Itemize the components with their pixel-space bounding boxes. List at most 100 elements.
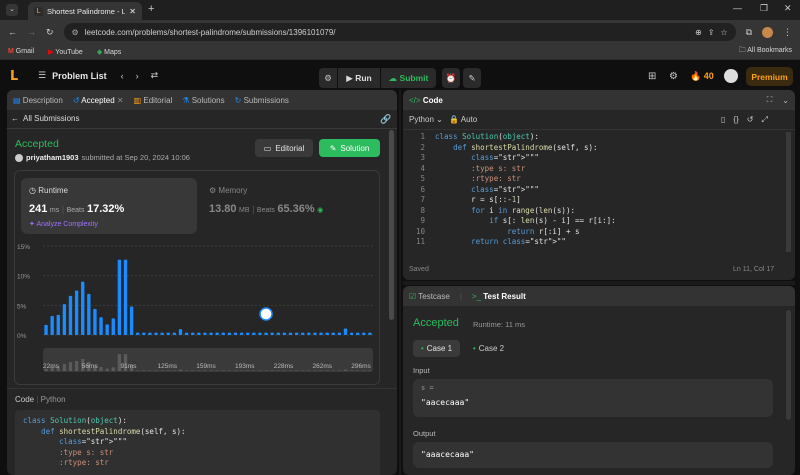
distribution-bar[interactable] xyxy=(246,332,250,335)
distribution-bar[interactable] xyxy=(276,332,280,335)
distribution-bar[interactable] xyxy=(368,332,372,335)
distribution-bar[interactable] xyxy=(313,332,317,335)
distribution-bar[interactable] xyxy=(362,332,366,335)
browser-menu-icon[interactable]: ⋮ xyxy=(783,27,792,38)
distribution-bar[interactable] xyxy=(136,332,140,335)
distribution-bar[interactable] xyxy=(56,314,60,335)
tab-search-icon[interactable]: ⌄ xyxy=(6,4,18,16)
distribution-bar[interactable] xyxy=(227,332,232,335)
left-scrollbar[interactable] xyxy=(389,130,394,320)
distribution-bar[interactable] xyxy=(62,304,67,335)
bookmark-gmail[interactable]: M Gmail xyxy=(8,48,34,55)
code-line[interactable]: class="str">""" xyxy=(435,153,765,164)
code-line[interactable]: return r[:i] + s xyxy=(435,227,765,238)
distribution-bar[interactable] xyxy=(99,317,103,335)
distribution-bar[interactable] xyxy=(203,332,207,335)
code-editor[interactable]: class Solution(object): def shortestPali… xyxy=(435,132,765,248)
restore-icon[interactable]: ❐ xyxy=(760,3,768,14)
distribution-bar[interactable] xyxy=(282,332,287,335)
tab-accepted[interactable]: ↺ Accepted ✕ xyxy=(73,96,124,105)
back-icon[interactable]: ← xyxy=(8,27,17,37)
your-submission-marker[interactable] xyxy=(259,307,273,321)
distribution-bar[interactable] xyxy=(319,332,323,335)
code-line[interactable]: class Solution(object): xyxy=(435,132,765,143)
distribution-bar[interactable] xyxy=(356,332,360,335)
format-braces-icon[interactable]: {} xyxy=(733,115,738,125)
code-line[interactable]: :type s: str xyxy=(435,164,765,175)
distribution-bar[interactable] xyxy=(337,332,342,335)
panel-splitter[interactable] xyxy=(399,90,401,475)
zoom-icon[interactable]: ⊕ xyxy=(695,28,702,37)
leetcode-logo-icon[interactable]: ᒪ xyxy=(10,68,32,84)
tab-testcase[interactable]: ☑ Testcase xyxy=(409,292,450,301)
distribution-bar[interactable] xyxy=(331,332,335,335)
close-tab-icon[interactable]: ✕ xyxy=(129,7,136,16)
runtime-card[interactable]: ◷ Runtime 241 ms | Beats 17.32% ✦ Analyz… xyxy=(21,178,197,234)
minimize-icon[interactable]: — xyxy=(733,3,742,13)
distribution-bar[interactable] xyxy=(209,332,213,335)
distribution-bar[interactable] xyxy=(44,324,48,335)
distribution-bar[interactable] xyxy=(117,259,122,335)
distribution-bar[interactable] xyxy=(239,332,244,335)
problem-list-link[interactable]: Problem List xyxy=(52,71,107,81)
reset-icon[interactable]: ↺ xyxy=(747,115,754,125)
code-line[interactable]: :rtype: str xyxy=(435,174,765,185)
distribution-bar[interactable] xyxy=(160,332,164,335)
distribution-bar[interactable] xyxy=(111,318,115,335)
distribution-bar[interactable] xyxy=(221,332,225,335)
distribution-bar[interactable] xyxy=(233,332,238,335)
submitter-name[interactable]: priyatham1903 xyxy=(26,153,79,162)
editorial-button[interactable]: ▭ Editorial xyxy=(255,139,313,157)
maximize-icon[interactable]: ⛶ xyxy=(767,95,773,105)
distribution-bar[interactable] xyxy=(123,259,128,335)
code-line[interactable]: for i in range(len(s)): xyxy=(435,206,765,217)
distribution-bar[interactable] xyxy=(258,332,262,335)
prev-problem-icon[interactable]: ‹ xyxy=(121,71,124,81)
tab-solutions[interactable]: ⚗ Solutions xyxy=(182,96,224,105)
distribution-bar[interactable] xyxy=(288,332,293,335)
address-bar[interactable]: ⚙ leetcode.com/problems/shortest-palindr… xyxy=(63,23,736,41)
copy-link-icon[interactable]: 🔗 xyxy=(380,114,391,125)
new-tab-icon[interactable]: + xyxy=(148,3,154,15)
bookmark-youtube[interactable]: ▶ YouTube xyxy=(48,48,83,56)
window-close-icon[interactable]: ✕ xyxy=(784,3,792,14)
distribution-bar[interactable] xyxy=(184,332,189,335)
tab-editorial[interactable]: ▥ Editorial xyxy=(134,96,173,105)
distribution-bar[interactable] xyxy=(349,332,354,335)
layout-icon[interactable]: ⊞ xyxy=(648,71,656,82)
code-line[interactable]: class="str">""" xyxy=(435,185,765,196)
editor-scrollbar[interactable] xyxy=(786,132,791,252)
code-line[interactable]: def shortestPalindrome(self, s): xyxy=(435,143,765,154)
distribution-bar[interactable] xyxy=(191,332,195,335)
result-scrollbar[interactable] xyxy=(786,310,791,420)
distribution-bar[interactable] xyxy=(93,308,97,335)
distribution-bar[interactable] xyxy=(270,332,274,335)
random-problem-icon[interactable]: ⇄ xyxy=(151,70,159,81)
bookmark-star-icon[interactable]: ☆ xyxy=(720,28,727,37)
memory-card[interactable]: ⚙ Memory 13.80 MB | Beats 65.36% ◉ xyxy=(203,178,373,234)
distribution-bar[interactable] xyxy=(166,332,170,335)
distribution-bar[interactable] xyxy=(148,332,152,335)
code-line[interactable]: r = s[::-1] xyxy=(435,195,765,206)
tab-description[interactable]: ▤ Description xyxy=(13,96,63,105)
distribution-bar[interactable] xyxy=(74,290,79,336)
settings-gear-icon[interactable]: ⚙ xyxy=(669,71,678,82)
site-info-icon[interactable]: ⚙ xyxy=(72,28,79,37)
all-submissions-link[interactable]: ← All Submissions xyxy=(11,114,79,123)
share-icon[interactable]: ⇪ xyxy=(708,28,715,37)
case-2-tab[interactable]: • Case 2 xyxy=(465,340,512,357)
code-tab[interactable]: </> Code xyxy=(409,96,443,105)
auto-mode[interactable]: 🔒 Auto xyxy=(449,115,477,124)
extensions-icon[interactable]: ⧉ xyxy=(746,27,752,38)
user-avatar[interactable] xyxy=(724,69,738,83)
distribution-bar[interactable] xyxy=(215,332,219,335)
distribution-bar[interactable] xyxy=(87,294,91,335)
distribution-bar[interactable] xyxy=(172,332,177,335)
timer-button[interactable]: ⏰ xyxy=(442,68,460,88)
distribution-bar[interactable] xyxy=(264,332,268,335)
tab-submissions[interactable]: ↻ Submissions xyxy=(235,96,289,105)
distribution-bar[interactable] xyxy=(81,281,85,335)
distribution-bar[interactable] xyxy=(105,324,109,335)
close-accepted-tab-icon[interactable]: ✕ xyxy=(117,96,124,105)
fullscreen-icon[interactable]: ⤢ xyxy=(761,115,767,125)
